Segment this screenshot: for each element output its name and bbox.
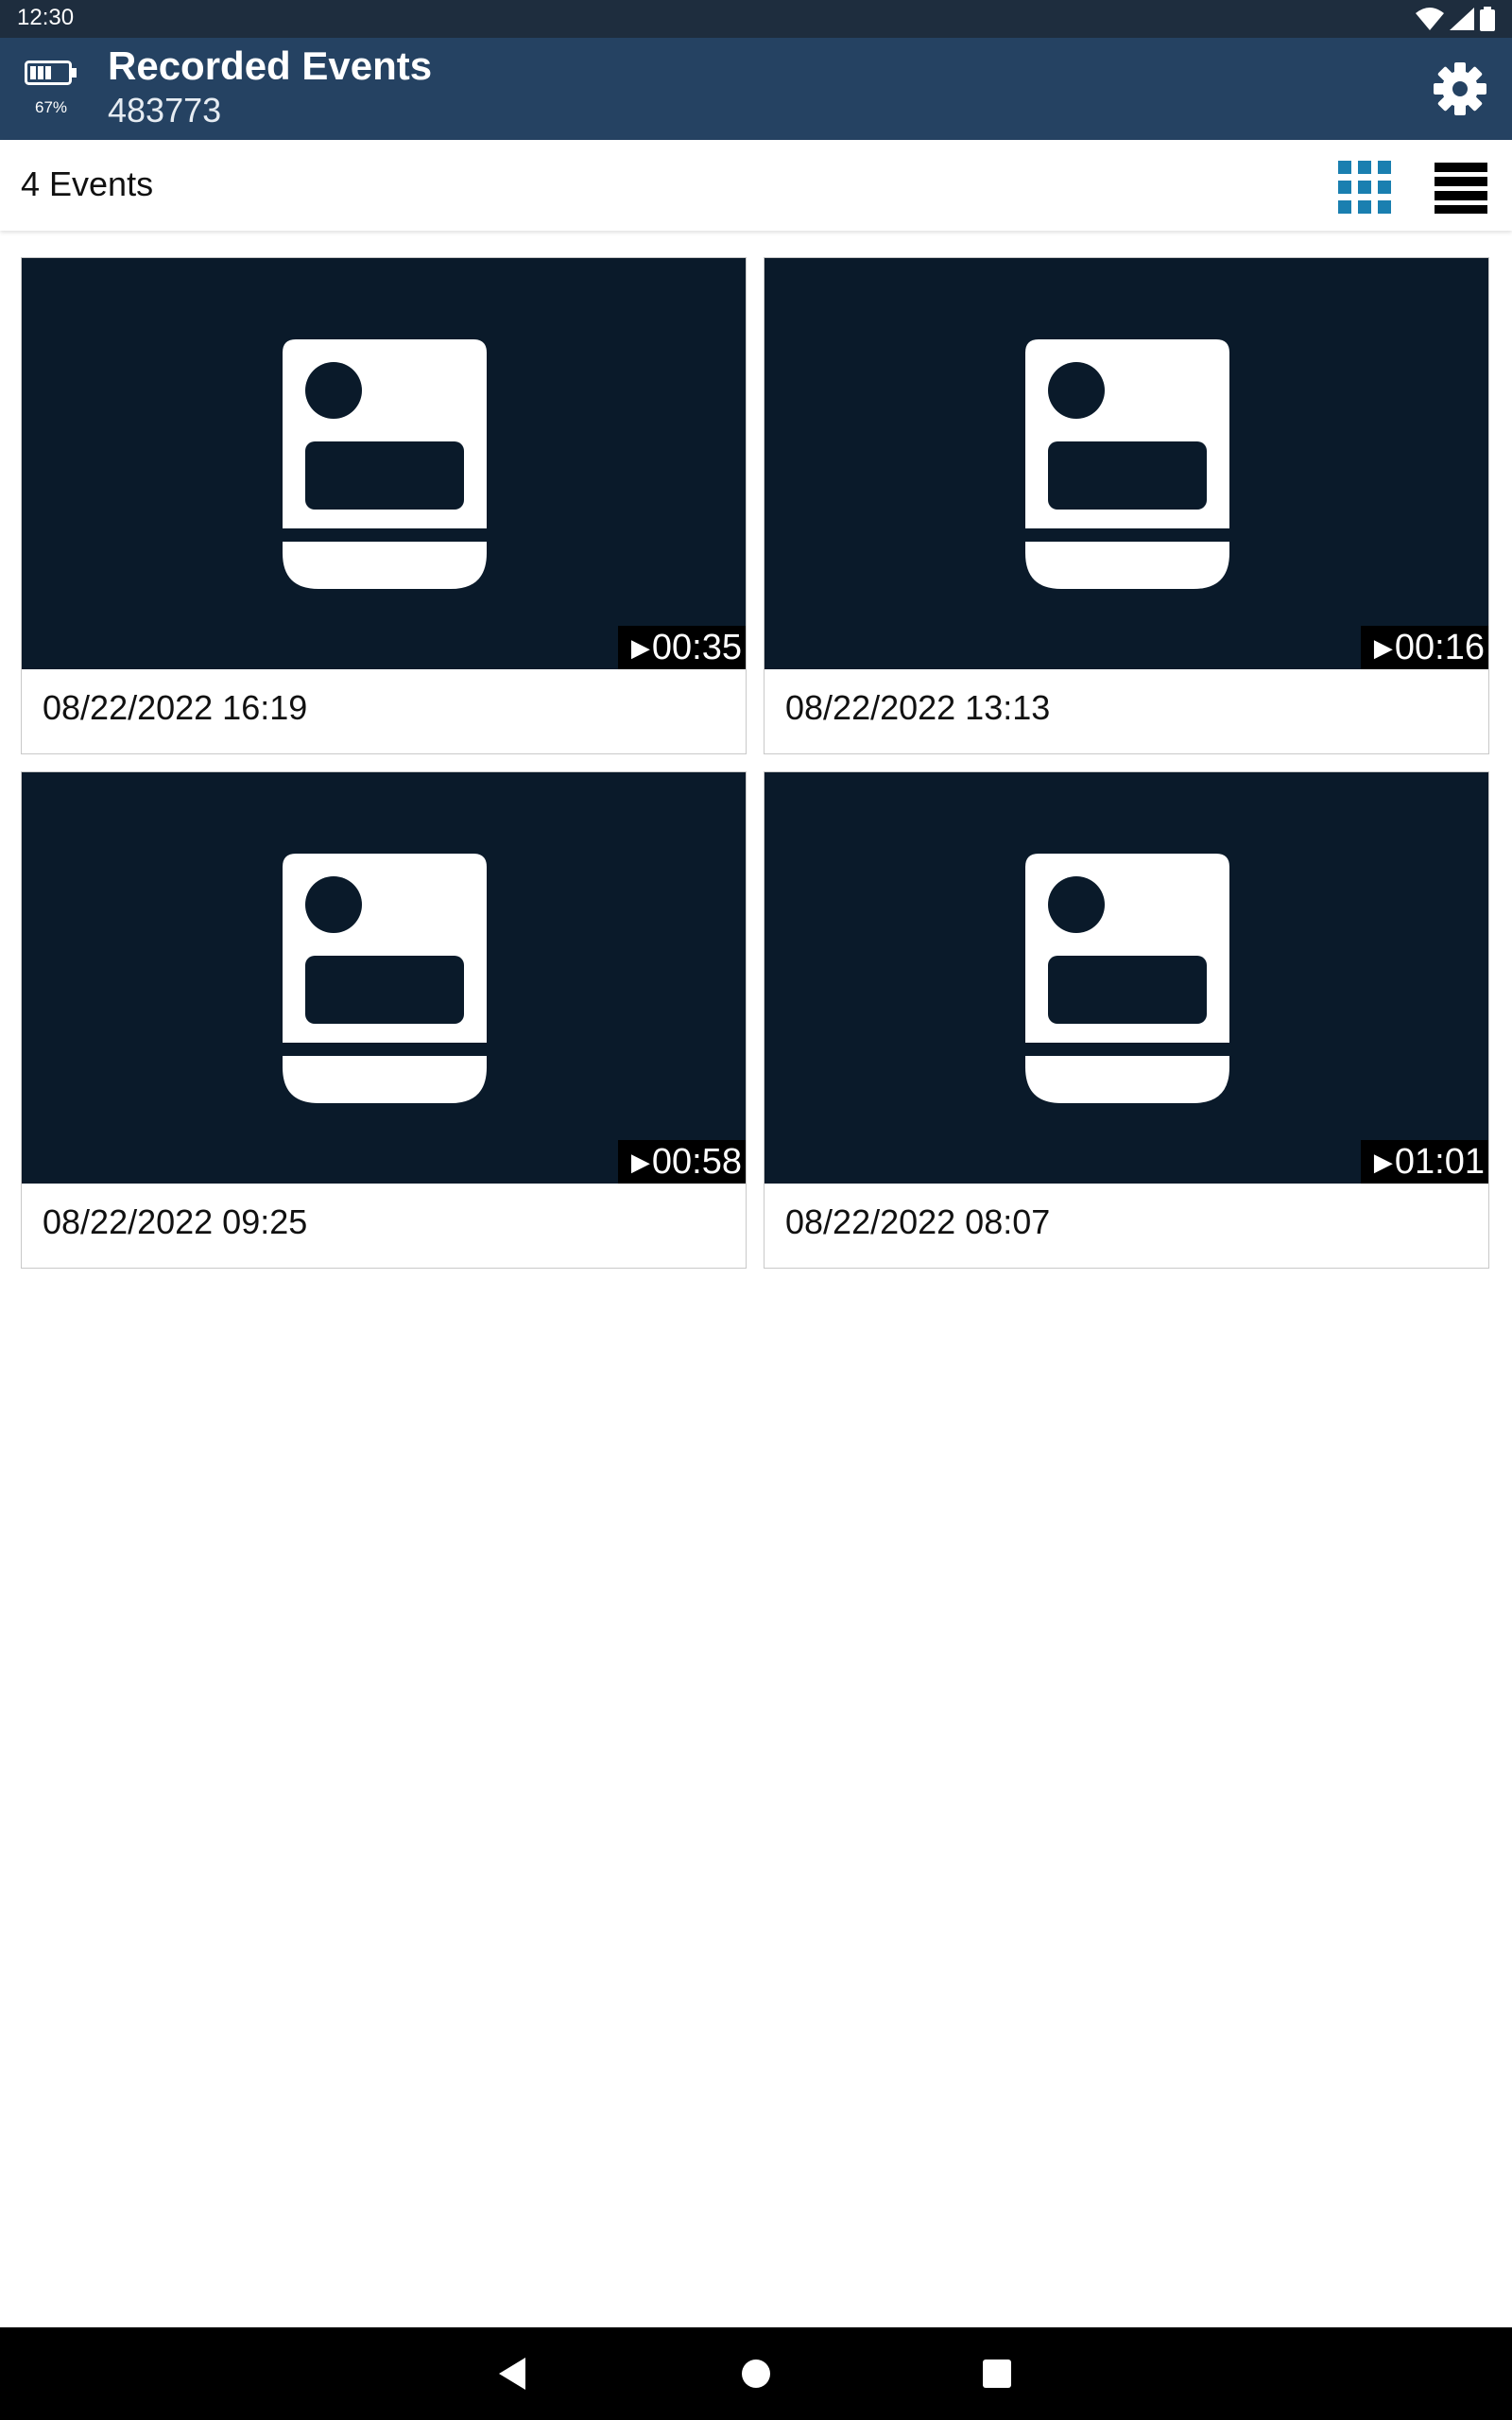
- event-count: 4 Events: [21, 164, 154, 203]
- event-date: 08/22/2022 16:19: [43, 688, 308, 727]
- list-view-button[interactable]: [1435, 161, 1487, 214]
- duration-text: 00:35: [651, 627, 742, 667]
- play-icon: ▶: [1373, 1147, 1393, 1176]
- play-icon: ▶: [630, 1147, 650, 1176]
- event-date: 08/22/2022 13:13: [785, 688, 1051, 727]
- duration-text: 00:58: [651, 1141, 742, 1182]
- grid-view-icon: [1338, 161, 1391, 214]
- duration-badge: ▶ 00:35: [617, 626, 746, 669]
- body-camera-icon: [1025, 339, 1229, 589]
- settings-button[interactable]: [1432, 60, 1488, 117]
- body-camera-icon: [283, 339, 487, 589]
- status-icons: [1416, 6, 1495, 32]
- duration-badge: ▶ 01:01: [1360, 1140, 1488, 1184]
- duration-text: 00:16: [1394, 627, 1485, 667]
- battery-status-icon: [1480, 7, 1495, 31]
- event-date: 08/22/2022 08:07: [785, 1202, 1051, 1241]
- body-camera-icon: [1025, 854, 1229, 1103]
- page-title: Recorded Events: [108, 43, 433, 88]
- home-icon: [742, 2360, 770, 2388]
- duration-text: 01:01: [1394, 1141, 1485, 1182]
- event-card[interactable]: ▶ 01:01 08/22/2022 08:07: [764, 771, 1489, 1269]
- wifi-icon: [1416, 8, 1444, 30]
- gear-icon: [1434, 62, 1486, 115]
- event-thumbnail[interactable]: ▶ 01:01: [765, 772, 1488, 1184]
- app-bar: 67% Recorded Events 483773: [0, 38, 1512, 140]
- battery-icon: [25, 60, 77, 85]
- duration-badge: ▶ 00:16: [1360, 626, 1488, 669]
- event-card[interactable]: ▶ 00:35 08/22/2022 16:19: [21, 257, 747, 754]
- device-battery: 67%: [25, 59, 77, 121]
- play-icon: ▶: [1373, 632, 1393, 662]
- recents-icon: [983, 2360, 1011, 2388]
- events-toolbar: 4 Events: [0, 140, 1512, 231]
- home-button[interactable]: [732, 2350, 780, 2397]
- list-view-icon: [1435, 163, 1487, 214]
- status-bar: 12:30: [0, 0, 1512, 38]
- play-icon: ▶: [630, 632, 650, 662]
- event-date: 08/22/2022 09:25: [43, 1202, 308, 1241]
- signal-icon: [1450, 8, 1474, 30]
- body-camera-icon: [283, 854, 487, 1103]
- event-thumbnail[interactable]: ▶ 00:16: [765, 258, 1488, 669]
- device-id: 483773: [108, 91, 222, 130]
- event-card[interactable]: ▶ 00:58 08/22/2022 09:25: [21, 771, 747, 1269]
- event-thumbnail[interactable]: ▶ 00:58: [22, 772, 746, 1184]
- event-card[interactable]: ▶ 00:16 08/22/2022 13:13: [764, 257, 1489, 754]
- back-button[interactable]: [490, 2350, 537, 2397]
- recents-button[interactable]: [973, 2350, 1021, 2397]
- system-nav-bar: [0, 2327, 1512, 2420]
- event-thumbnail[interactable]: ▶ 00:35: [22, 258, 746, 669]
- battery-percent: 67%: [34, 98, 68, 116]
- status-time: 12:30: [17, 5, 75, 30]
- back-icon: [499, 2358, 525, 2390]
- duration-badge: ▶ 00:58: [617, 1140, 746, 1184]
- grid-view-button[interactable]: [1338, 161, 1391, 214]
